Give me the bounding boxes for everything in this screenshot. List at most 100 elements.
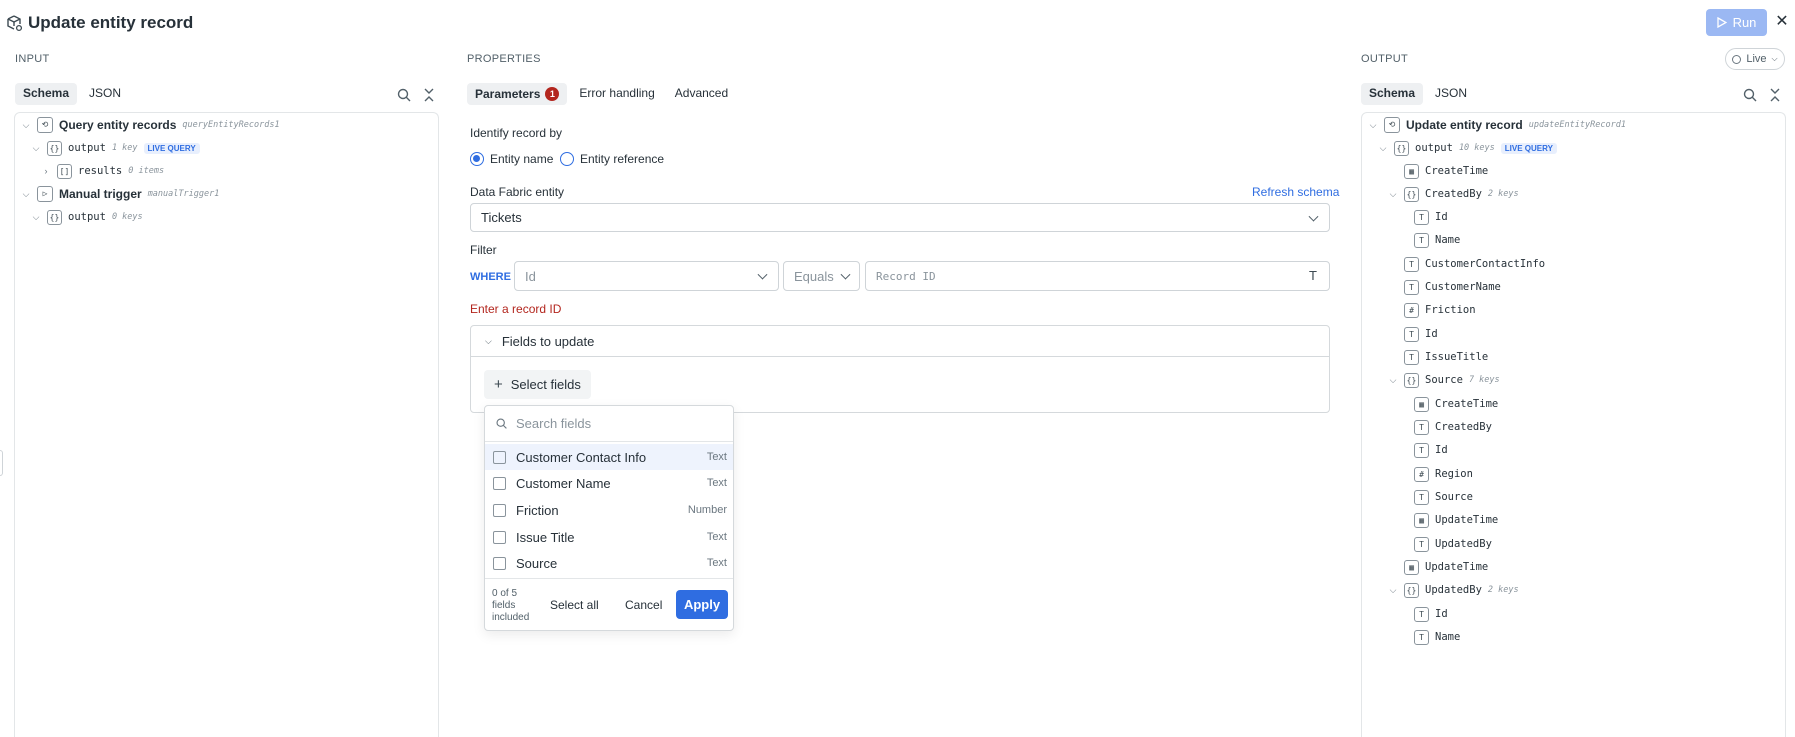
text-icon: T <box>1404 279 1419 295</box>
tree-node-output[interactable]: ⌵ {} output 1 key LIVE QUERY <box>31 138 200 158</box>
number-icon: # <box>1414 466 1429 482</box>
select-all-button[interactable]: Select all <box>550 598 599 612</box>
tree-node-updatetime[interactable]: ▦ UpdateTime <box>1404 557 1488 577</box>
chevron-down-icon[interactable]: ⌵ <box>1388 585 1398 596</box>
tab-advanced[interactable]: Advanced <box>667 83 736 105</box>
chevron-down-icon[interactable]: ⌵ <box>1368 120 1378 131</box>
close-icon[interactable]: ✕ <box>1774 12 1790 32</box>
chevron-down-icon[interactable]: ⌵ <box>31 212 41 223</box>
tree-node-results[interactable]: › [] results 0 items <box>41 161 164 181</box>
apply-button[interactable]: Apply <box>676 590 728 619</box>
play-icon: ▷ <box>37 186 53 202</box>
chevron-down-icon[interactable]: ⌵ <box>1388 189 1398 200</box>
text-type-icon[interactable]: T <box>1309 268 1317 283</box>
cancel-button[interactable]: Cancel <box>625 598 662 612</box>
tab-error-handling[interactable]: Error handling <box>571 83 662 105</box>
tree-node-createdby[interactable]: T CreatedBy <box>1414 417 1492 437</box>
tab-parameters[interactable]: Parameters 1 <box>467 83 568 105</box>
radio-entity-reference[interactable]: Entity reference <box>560 152 664 166</box>
dropdown-option[interactable]: Issue Title Text <box>485 524 733 550</box>
text-icon: T <box>1414 489 1429 505</box>
refresh-schema-link[interactable]: Refresh schema <box>1252 185 1339 199</box>
checkbox[interactable] <box>493 556 506 570</box>
tree-node-output[interactable]: ⌵ {} output 10 keys LIVE QUERY <box>1378 138 1557 158</box>
tree-node-updatedby[interactable]: T UpdatedBy <box>1414 534 1492 554</box>
record-id-input[interactable]: Record ID T <box>865 261 1330 291</box>
tree-node-id[interactable]: T Id <box>1414 207 1448 227</box>
select-fields-dropdown: Search fields Customer Contact Info Text… <box>484 405 734 631</box>
search-icon[interactable] <box>396 87 412 103</box>
tree-node-createtime[interactable]: ▦ CreateTime <box>1404 161 1488 181</box>
tree-node-updatetime[interactable]: ▦ UpdateTime <box>1414 510 1498 530</box>
object-icon: {} <box>47 140 62 156</box>
chevron-down-icon[interactable]: ⌵ <box>21 189 31 200</box>
input-label: INPUT <box>15 53 50 65</box>
object-icon: {} <box>1404 582 1419 598</box>
tree-node-manual-trigger[interactable]: ⌵ ▷ Manual trigger manualTrigger1 <box>21 184 219 204</box>
text-icon: T <box>1414 209 1429 225</box>
collapse-all-icon[interactable] <box>1767 87 1783 103</box>
chevron-down-icon[interactable]: ⌵ <box>1388 375 1398 386</box>
tab-input-schema[interactable]: Schema <box>15 83 78 105</box>
chevron-down-icon <box>840 269 851 280</box>
tree-node-query-entity-records[interactable]: ⌵ ⟲ Query entity records queryEntityReco… <box>21 115 280 135</box>
radio-entity-name[interactable]: Entity name <box>470 152 553 166</box>
entity-select[interactable]: Tickets <box>470 203 1330 232</box>
checkbox[interactable] <box>493 503 506 517</box>
dropdown-option[interactable]: Friction Number <box>485 497 733 523</box>
collapse-all-icon[interactable] <box>421 87 437 103</box>
tree-node-name[interactable]: T Name <box>1414 627 1460 647</box>
run-label: Run <box>1732 15 1757 30</box>
tree-node-id[interactable]: T Id <box>1414 604 1448 624</box>
search-icon[interactable] <box>1742 87 1758 103</box>
tree-node-issuetitle[interactable]: T IssueTitle <box>1404 347 1488 367</box>
fields-to-update-header[interactable]: ⌵ Fields to update <box>471 326 1329 357</box>
dropdown-option[interactable]: Customer Name Text <box>485 470 733 496</box>
checkbox[interactable] <box>493 530 506 544</box>
tab-output-json[interactable]: JSON <box>1427 83 1475 105</box>
chevron-down-icon: ⌵ <box>1771 54 1778 63</box>
chevron-down-icon[interactable]: ⌵ <box>21 120 31 131</box>
radio-button-selected[interactable] <box>470 152 484 166</box>
clock-icon <box>1732 54 1742 64</box>
tree-node-update-entity-record[interactable]: ⌵ ⟲ Update entity record updateEntityRec… <box>1368 115 1626 135</box>
tree-node-output[interactable]: ⌵ {} output 0 keys <box>31 207 143 227</box>
resize-handle[interactable] <box>0 450 3 476</box>
filter-field-select[interactable]: Id <box>514 261 779 291</box>
tree-node-id[interactable]: T Id <box>1414 440 1448 460</box>
tree-node-source[interactable]: ⌵ {} Source 7 keys <box>1388 370 1500 390</box>
tree-node-name[interactable]: T Name <box>1414 230 1460 250</box>
tree-node-friction[interactable]: # Friction <box>1404 300 1476 320</box>
tree-node-createtime[interactable]: ▦ CreateTime <box>1414 394 1498 414</box>
radio-button[interactable] <box>560 152 574 166</box>
checkbox[interactable] <box>493 476 506 490</box>
text-icon: T <box>1404 326 1419 342</box>
tree-node-region[interactable]: # Region <box>1414 464 1473 484</box>
chevron-down-icon: ⌵ <box>485 335 492 346</box>
tree-node-source[interactable]: T Source <box>1414 487 1473 507</box>
tree-node-createdby[interactable]: ⌵ {} CreatedBy 2 keys <box>1388 184 1519 204</box>
dropdown-option[interactable]: Customer Contact Info Text <box>485 444 733 470</box>
tree-node-customername[interactable]: T CustomerName <box>1404 277 1501 297</box>
dropdown-option[interactable]: Source Text <box>485 550 733 576</box>
search-fields-input[interactable]: Search fields <box>485 406 733 442</box>
live-select[interactable]: Live ⌵ <box>1725 48 1785 70</box>
text-icon: T <box>1414 419 1429 435</box>
tab-output-schema[interactable]: Schema <box>1361 83 1424 105</box>
chevron-down-icon[interactable]: ⌵ <box>1378 143 1388 154</box>
properties-tabs: Parameters 1 Error handling Advanced <box>467 83 736 105</box>
calendar-icon: ▦ <box>1404 559 1419 575</box>
tab-input-json[interactable]: JSON <box>81 83 129 105</box>
text-icon: T <box>1414 629 1429 645</box>
calendar-icon: ▦ <box>1404 163 1419 179</box>
tree-node-updatedby[interactable]: ⌵ {} UpdatedBy 2 keys <box>1388 580 1519 600</box>
run-button[interactable]: Run <box>1706 9 1767 36</box>
chevron-down-icon[interactable]: ⌵ <box>31 143 41 154</box>
select-fields-button[interactable]: + Select fields <box>484 370 591 399</box>
checkbox[interactable] <box>493 450 506 464</box>
filter-label: Filter <box>470 243 497 257</box>
tree-node-id[interactable]: T Id <box>1404 324 1438 344</box>
chevron-right-icon[interactable]: › <box>41 166 51 176</box>
filter-operator-select[interactable]: Equals <box>783 261 860 291</box>
tree-node-customercontactinfo[interactable]: T CustomerContactInfo <box>1404 254 1545 274</box>
